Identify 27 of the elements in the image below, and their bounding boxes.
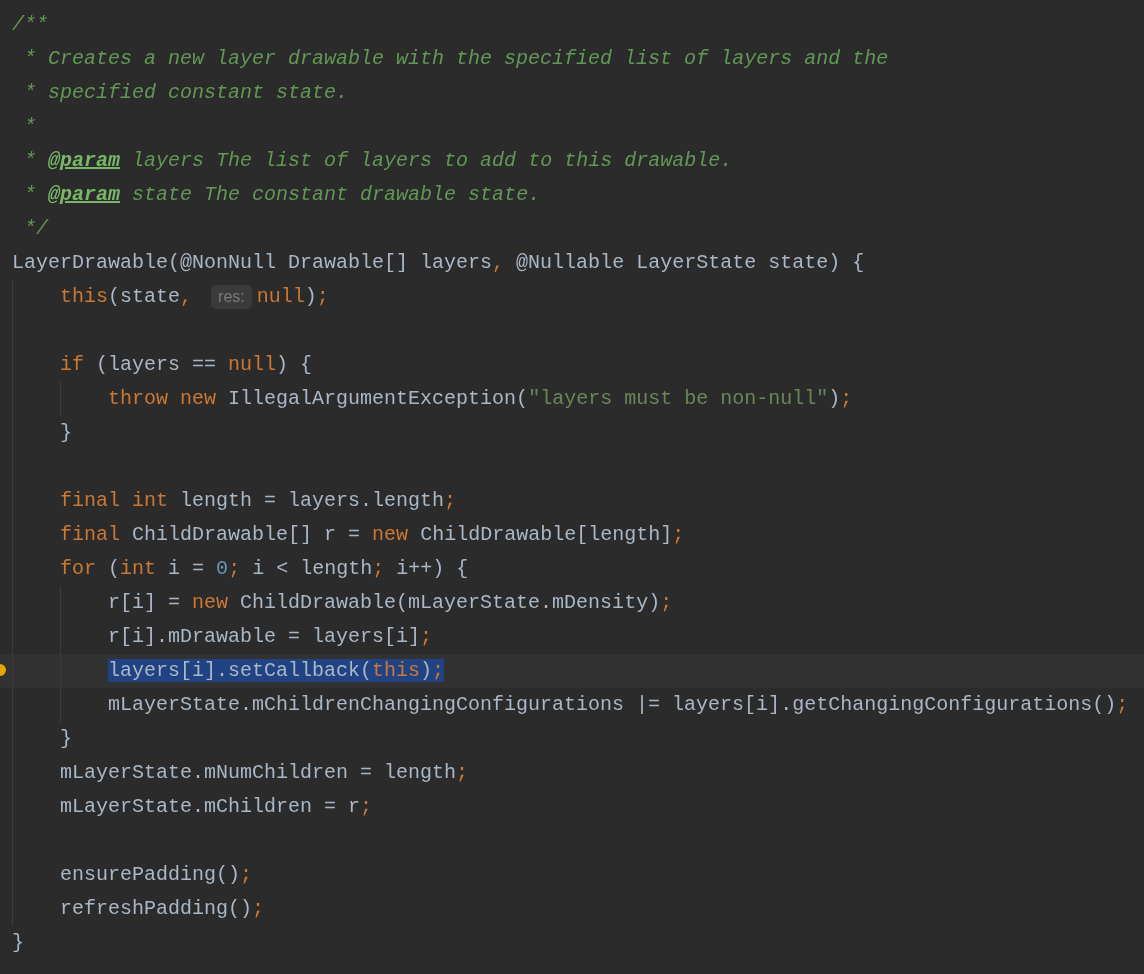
code-text: r[i].mDrawable = layers[i]; — [107, 624, 433, 650]
code-text: throw new IllegalArgumentException("layers must be non-null"); — [107, 386, 853, 412]
code-text: /** — [12, 12, 48, 38]
parameter-hint: res: — [211, 285, 252, 309]
code-text: * @param state The constant drawable state. — [23, 182, 541, 208]
code-text: } — [59, 420, 73, 446]
code-text: } — [59, 726, 73, 752]
code-text: for (int i = 0; i < length; i++) { — [59, 556, 469, 582]
code-text: LayerDrawable(@NonNull Drawable[] layers, @Nullable LayerState state) { — [12, 250, 865, 276]
code-text: * — [23, 114, 37, 140]
code-text: refreshPadding(); — [59, 896, 265, 922]
code-text: mLayerState.mChildren = r; — [59, 794, 373, 820]
code-text: final int length = layers.length; — [59, 488, 457, 514]
code-text: mLayerState.mNumChildren = length; — [59, 760, 469, 786]
code-text: } — [12, 930, 24, 956]
code-text: final ChildDrawable[] r = new ChildDrawable[length]; — [59, 522, 685, 548]
code-text: this(state, — [59, 284, 194, 310]
code-text: mLayerState.mChildrenChangingConfigurations |= layers[i].getChangingConfigurations(); — [107, 692, 1129, 718]
code-text: null); — [256, 284, 329, 310]
code-text: r[i] = new ChildDrawable(mLayerState.mDensity); — [107, 590, 673, 616]
code-text: */ — [23, 216, 49, 242]
code-text: ensurePadding(); — [59, 862, 253, 888]
code-text: layers[i].setCallback(this); — [107, 658, 445, 684]
code-text: * specified constant state. — [23, 80, 349, 106]
code-text: * @param layers The list of layers to add to this drawable. — [23, 148, 733, 174]
code-text: * Creates a new layer drawable with the specified list of layers and the — [23, 46, 889, 72]
code-text: if (layers == null) { — [59, 352, 313, 378]
